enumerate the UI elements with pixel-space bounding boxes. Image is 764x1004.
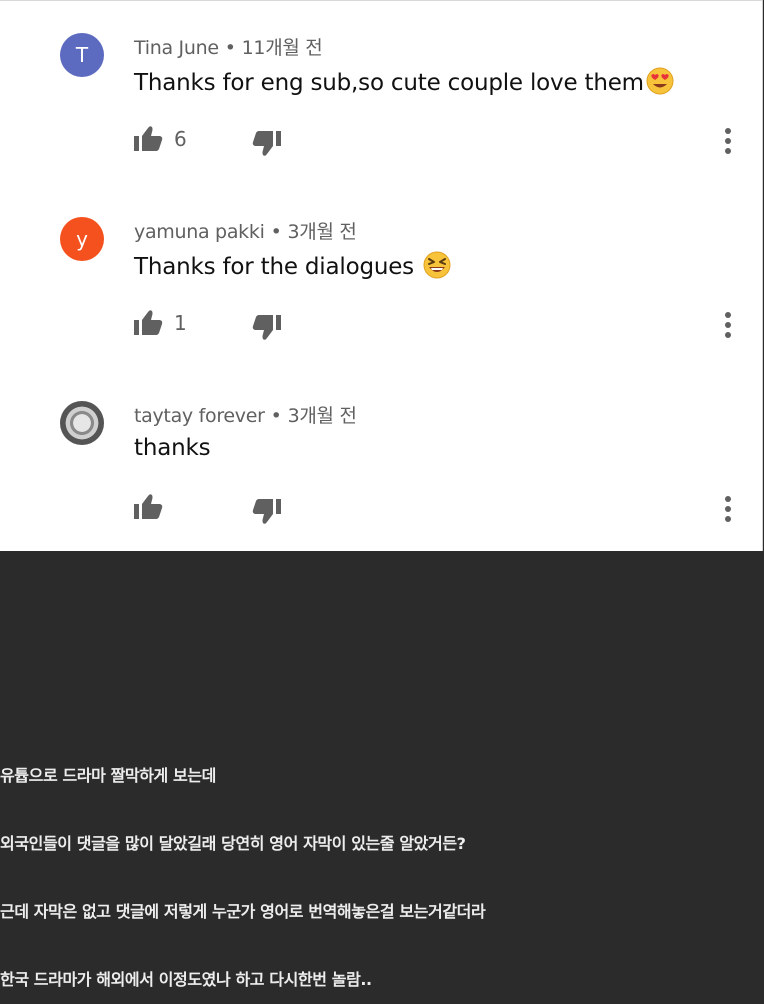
like-count: 6 — [174, 127, 187, 151]
avatar-image[interactable] — [60, 401, 104, 445]
comment-body: Thanks for the dialogues — [134, 254, 422, 280]
like-icon[interactable] — [134, 309, 164, 337]
like-count: 1 — [174, 311, 187, 335]
comment-text: Thanks for the dialogues — [134, 251, 451, 280]
avatar-letter: T — [75, 43, 89, 67]
comment-author[interactable]: yamuna pakki — [134, 221, 265, 243]
avatar[interactable]: T — [60, 33, 104, 77]
dislike-icon[interactable] — [251, 497, 281, 525]
more-options-icon[interactable] — [716, 309, 740, 341]
post-line: 한국 드라마가 해외에서 이정도였나 하고 다시한번 놀람.. — [0, 970, 372, 989]
heart-eyes-emoji-icon — [646, 67, 674, 95]
comment-time[interactable]: 11개월 전 — [242, 37, 323, 59]
comment-author[interactable]: taytay forever — [134, 405, 265, 427]
more-options-icon[interactable] — [716, 125, 740, 157]
meta-separator: • — [224, 37, 236, 59]
avatar-letter: y — [76, 227, 88, 251]
comment-meta: taytay forever • 3개월 전 — [134, 401, 357, 428]
dislike-icon[interactable] — [251, 313, 281, 341]
dislike-icon[interactable] — [251, 129, 281, 157]
grinning-squinting-emoji-icon — [423, 251, 451, 279]
comment-body: thanks — [134, 435, 211, 461]
post-line: 근데 자막은 없고 댓글에 저렇게 누군가 영어로 번역해놓은걸 보는거같더라 — [0, 902, 486, 921]
meta-separator: • — [270, 221, 282, 243]
comments-panel: T Tina June • 11개월 전 Thanks for eng sub,so… — [0, 0, 763, 551]
comment-text: thanks — [134, 435, 211, 461]
comment-item: T Tina June • 11개월 전 Thanks for eng sub,so… — [0, 1, 763, 185]
like-icon[interactable] — [134, 493, 164, 521]
like-icon[interactable] — [134, 125, 164, 153]
more-options-icon[interactable] — [716, 493, 740, 525]
meta-separator: • — [270, 405, 282, 427]
comment-time[interactable]: 3개월 전 — [287, 221, 356, 243]
comment-meta: yamuna pakki • 3개월 전 — [134, 217, 357, 244]
avatar[interactable]: y — [60, 217, 104, 261]
post-line: 유튭으로 드라마 짤막하게 보는데 — [0, 766, 216, 785]
comment-body: Thanks for eng sub,so cute couple love t… — [134, 70, 644, 96]
comment-author[interactable]: Tina June — [134, 37, 219, 59]
comment-item: y yamuna pakki • 3개월 전 Thanks for the dial… — [0, 185, 763, 369]
comment-text: Thanks for eng sub,so cute couple love t… — [134, 67, 674, 96]
post-line: 외국인들이 댓글을 많이 달았길래 당연히 영어 자막이 있는줄 알았거든? — [0, 834, 466, 853]
comment-meta: Tina June • 11개월 전 — [134, 33, 323, 60]
comment-item: taytay forever • 3개월 전 thanks — [0, 369, 763, 553]
comment-time[interactable]: 3개월 전 — [288, 405, 357, 427]
